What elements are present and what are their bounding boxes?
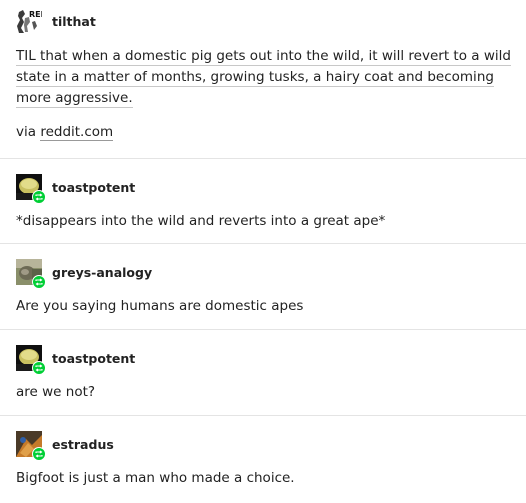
post-text-content: TIL that when a domestic pig gets out in… <box>16 48 511 108</box>
post-reply: toastpotent *disappears into the wild an… <box>0 158 526 243</box>
post-header: REI tilthat <box>16 6 516 36</box>
username[interactable]: tilthat <box>52 14 96 29</box>
username[interactable]: toastpotent <box>52 180 135 195</box>
reddit-til-avatar-icon[interactable]: REI <box>16 8 42 34</box>
post-header: greys-analogy <box>16 256 516 289</box>
toastpotent-avatar-icon[interactable] <box>16 345 46 375</box>
username[interactable]: toastpotent <box>52 351 135 366</box>
reblog-icon <box>32 447 46 461</box>
avatar-text: REI <box>29 10 42 19</box>
greys-analogy-avatar-icon[interactable] <box>16 259 46 289</box>
post-header: toastpotent <box>16 342 516 375</box>
reblog-icon <box>32 361 46 375</box>
via-prefix: via <box>16 124 41 140</box>
reblog-icon <box>32 275 46 289</box>
post-text: TIL that when a domestic pig gets out in… <box>16 46 516 109</box>
post-reply: greys-analogy Are you saying humans are … <box>0 243 526 329</box>
source-link[interactable]: reddit.com <box>40 124 114 141</box>
username[interactable]: estradus <box>52 437 114 452</box>
post-text: Bigfoot is just a man who made a choice. <box>16 470 295 486</box>
post-text: *disappears into the wild and reverts in… <box>16 213 386 229</box>
post-tilthat: REI tilthat TIL that when a domestic pig… <box>0 0 526 158</box>
source-attribution: via reddit.com <box>16 122 516 143</box>
post-reply: toastpotent are we not? <box>0 329 526 415</box>
estradus-avatar-icon[interactable] <box>16 431 46 461</box>
reblog-icon <box>32 190 46 204</box>
post-text: are we not? <box>16 384 96 400</box>
post-reply: estradus Bigfoot is just a man who made … <box>0 415 526 503</box>
post-header: estradus <box>16 428 516 461</box>
username[interactable]: greys-analogy <box>52 265 152 280</box>
post-header: toastpotent <box>16 171 516 204</box>
toastpotent-avatar-icon[interactable] <box>16 174 46 204</box>
post-text: Are you saying humans are domestic apes <box>16 298 304 314</box>
